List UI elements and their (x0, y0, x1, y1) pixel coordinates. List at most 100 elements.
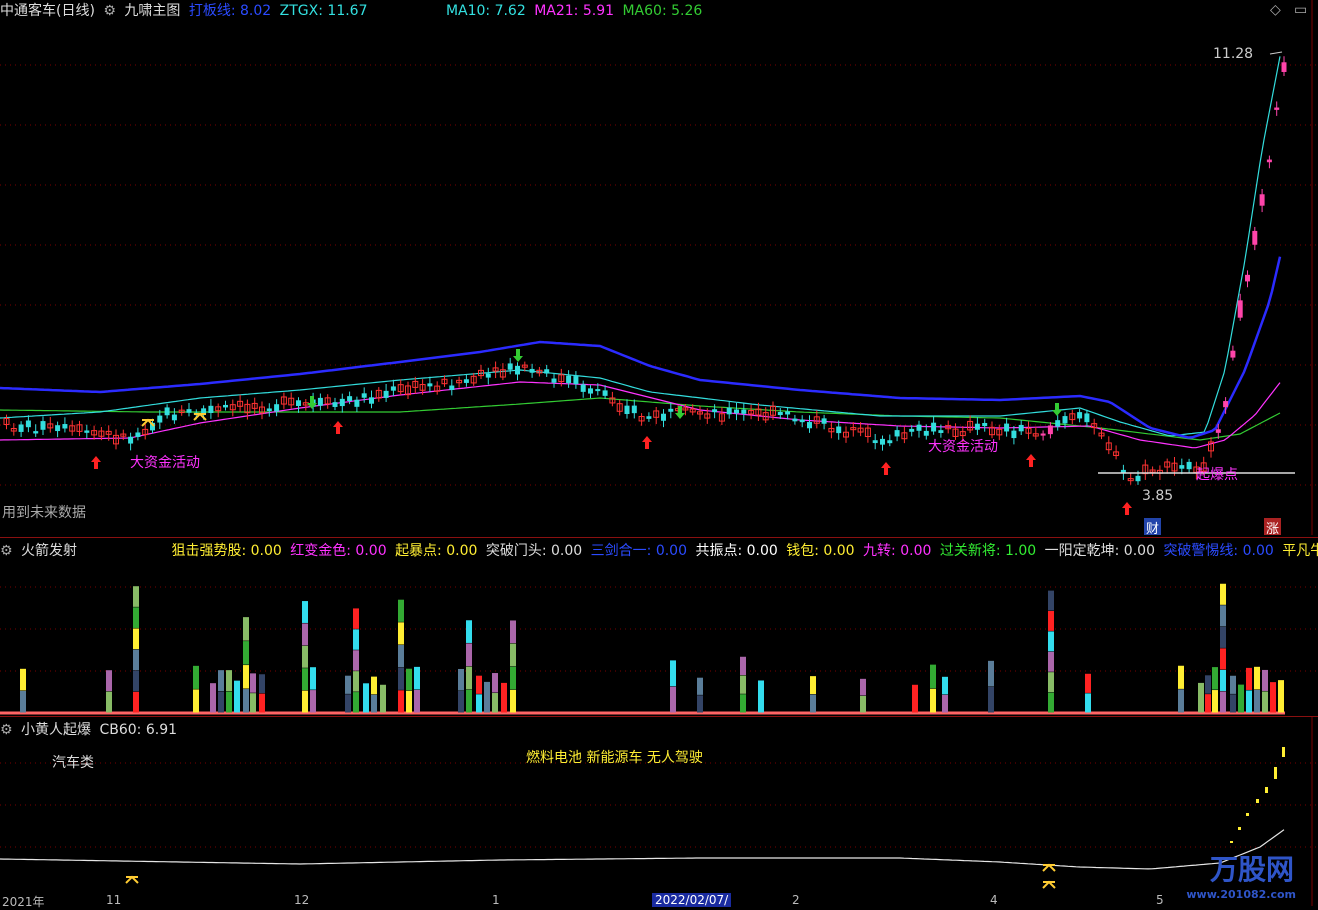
signal-bar (398, 645, 404, 668)
candle-body (580, 384, 586, 392)
cb60-signal-mark (1282, 747, 1285, 757)
candle-body (390, 386, 396, 391)
signal-bar (243, 689, 249, 713)
signal-bar (1212, 667, 1218, 690)
signal-bar (1048, 611, 1054, 631)
candle-body (573, 376, 579, 385)
signal-bar (20, 690, 26, 713)
signal-bar (510, 666, 516, 690)
candle-body (317, 397, 323, 406)
minion-title[interactable]: 小黄人起爆 (21, 722, 91, 738)
candle-body (164, 407, 170, 416)
buy-arrow-icon (1122, 502, 1132, 515)
candle-body (449, 385, 455, 390)
candle-body (1281, 62, 1287, 72)
signal-bar (942, 694, 948, 713)
signal-bar (133, 607, 139, 628)
candle-body (566, 375, 572, 384)
date-label: 2021年 (2, 895, 45, 909)
signal-bar (243, 665, 249, 689)
watermark: 万股网 (1210, 848, 1294, 888)
candle-body (595, 389, 601, 392)
signal-three-swords: 三剑合一: 0.00 (590, 543, 687, 559)
candle-body (18, 424, 24, 432)
signal-bar (1230, 694, 1236, 713)
signal-bar (398, 667, 404, 690)
signal-bar (1220, 626, 1226, 648)
minion-header: ⚙ 小黄人起爆 CB60: 6.91 (0, 719, 181, 741)
signal-bar (492, 693, 498, 713)
stock-title[interactable]: 中通客车(日线) (0, 3, 95, 19)
limit-up-badge[interactable]: 涨 (1264, 518, 1282, 535)
diamond-icon[interactable]: ◇ (1270, 2, 1281, 18)
candle-body (836, 426, 842, 434)
minion-marker-icon (1042, 863, 1056, 872)
collapse-icon[interactable]: ⚙ (0, 543, 13, 559)
signal-bar (133, 586, 139, 607)
minion-line-chart (0, 717, 1318, 906)
signal-bar (398, 599, 404, 622)
high-price-label: 11.28 (1213, 46, 1254, 62)
candle-body (712, 409, 718, 413)
signal-bar (1270, 682, 1276, 713)
candle-body (880, 438, 885, 445)
signal-bar (302, 623, 308, 646)
finance-badge[interactable]: 财 (1144, 518, 1162, 535)
indicator-daban: 打板线: 8.02 (188, 3, 272, 19)
signal-bar (810, 694, 816, 713)
signal-bar (1262, 669, 1268, 691)
signal-bar (1178, 689, 1184, 713)
collapse-icon[interactable]: ⚙ (0, 722, 13, 738)
candle-body (909, 428, 915, 432)
gear-icon[interactable]: ⚙ (103, 3, 116, 19)
signal-bar (406, 690, 412, 713)
signal-bar (133, 628, 139, 650)
chart-formula-name[interactable]: 九啸主图 (124, 3, 180, 19)
rocket-indicator-pane[interactable]: ⚙ 火箭发射 狙击强势股: 0.00 红变金色: 0.00 起暴点: 0.00 … (0, 537, 1318, 716)
minion-indicator-pane[interactable]: ⚙ 小黄人起爆 CB60: 6.91 汽车类 燃料电池 新能源车 无人驾驶 万股… (0, 716, 1318, 906)
signal-bar (243, 617, 249, 641)
signal-bar (414, 689, 420, 713)
main-chart-pane[interactable]: 中通客车(日线) ⚙ 九啸主图 打板线: 8.02 ZTGX: 11.67 MA… (0, 0, 1318, 535)
signal-bar (310, 667, 316, 690)
buy-arrow-icon (881, 462, 891, 475)
rocket-title[interactable]: 火箭发射 (21, 543, 77, 559)
candle-body (128, 436, 134, 444)
signal-one-yang: 一阳定乾坤: 0.00 (1044, 543, 1155, 559)
signal-bar (250, 693, 256, 713)
signal-bar (1048, 631, 1054, 652)
candle-body (25, 420, 31, 428)
signal-bar (345, 675, 351, 694)
signal-bar (234, 680, 240, 713)
signal-breakout: 突破门头: 0.00 (485, 543, 583, 559)
candle-body (1186, 461, 1192, 470)
signal-bar (466, 689, 472, 713)
signal-bar (912, 684, 918, 713)
signal-bar (930, 664, 936, 689)
signal-bar (670, 660, 676, 687)
candle-body (266, 408, 272, 411)
watermark-url-box: www.201082.com (1186, 887, 1296, 902)
signal-bar (476, 694, 482, 713)
signal-bar (210, 683, 216, 713)
signal-bar (1048, 692, 1054, 713)
candle-body (55, 425, 61, 432)
candle-body (799, 419, 805, 423)
buy-arrow-icon (333, 421, 343, 434)
signal-alert-line: 突破警惕线: 0.00 (1163, 543, 1274, 559)
signal-bar (243, 641, 249, 665)
candle-body (515, 365, 520, 375)
window-icon[interactable]: ▭ (1294, 2, 1307, 18)
candle-body (171, 414, 177, 421)
signal-bar (466, 643, 472, 667)
signal-redgold: 红变金色: 0.00 (290, 543, 387, 559)
signal-bar (218, 670, 224, 692)
signal-bar (302, 601, 308, 623)
candle-body (1215, 429, 1221, 433)
signal-bar (930, 688, 936, 713)
watermark-brand: 万股网 (1209, 853, 1294, 886)
signal-bar (860, 678, 866, 696)
signal-bar (458, 668, 464, 691)
candle-body (1135, 475, 1141, 482)
candle-body (1266, 159, 1272, 163)
